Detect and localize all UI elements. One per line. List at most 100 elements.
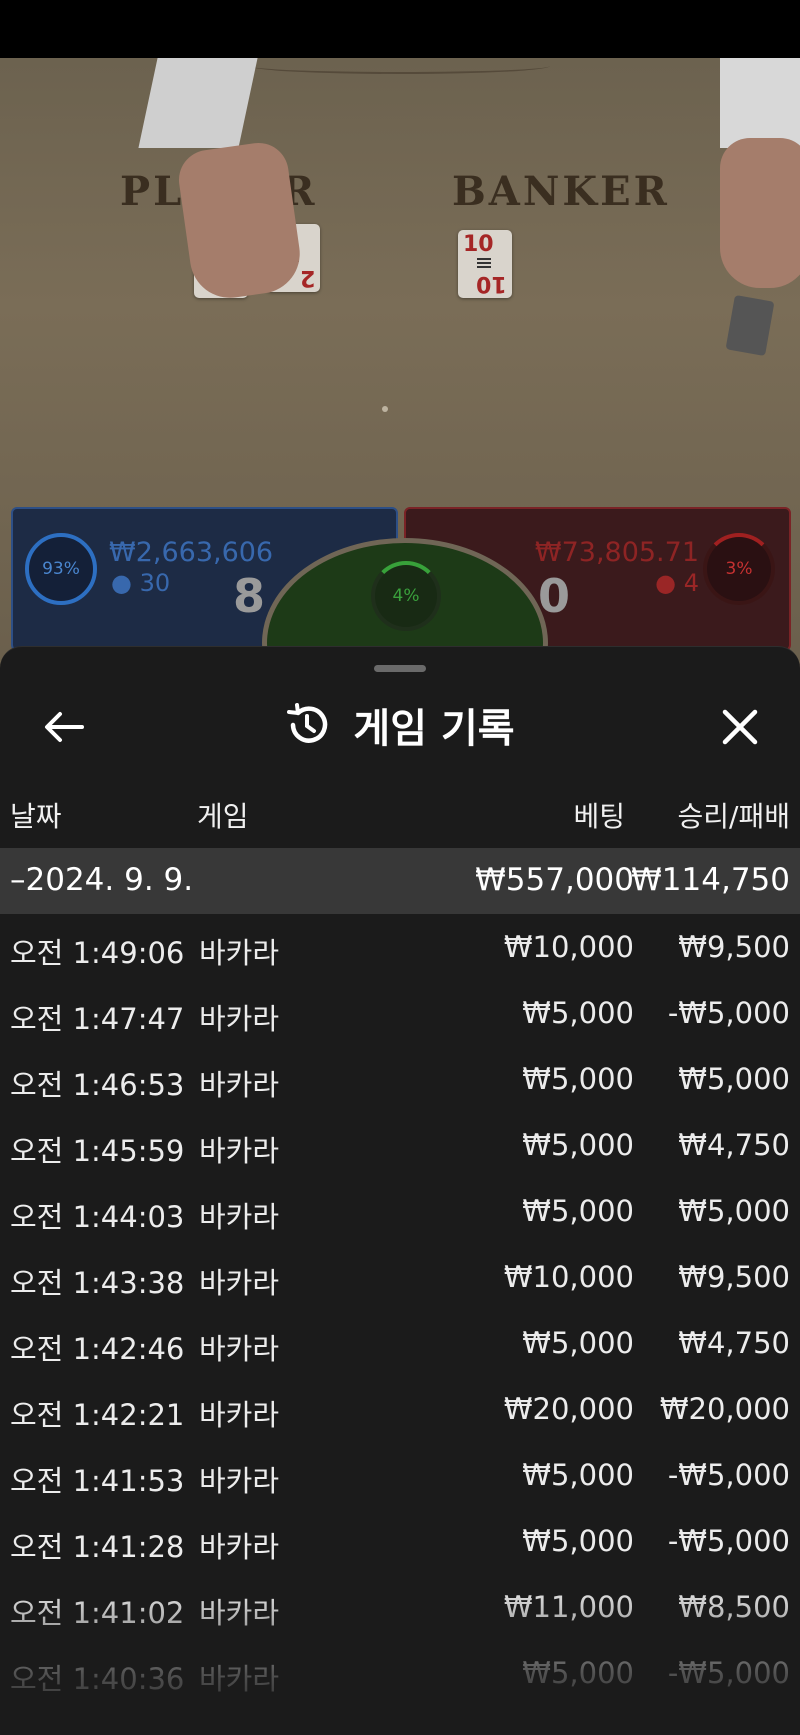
row-time: 오전 1:41:28 (10, 1530, 185, 1564)
sheet-header: 게임 기록 (0, 693, 800, 757)
row-bet: ₩5,000 (522, 1458, 634, 1492)
table-edge (250, 58, 550, 74)
row-bet: ₩11,000 (503, 1590, 634, 1624)
row-time: 오전 1:47:47 (10, 1002, 185, 1036)
row-bet: ₩5,000 (522, 1128, 634, 1162)
row-bet: ₩5,000 (522, 1656, 634, 1690)
row-bet: ₩5,000 (522, 1524, 634, 1558)
person-icon: ● (111, 569, 132, 597)
table-row[interactable]: 오전 1:45:59 바카라 ₩5,000 ₩4,750 (0, 1112, 800, 1178)
date-group-row[interactable]: –2024. 9. 9. ₩557,000 ₩114,750 (0, 848, 800, 914)
column-header-game: 게임 (197, 800, 249, 833)
row-bet: ₩5,000 (522, 1062, 634, 1096)
row-bet: ₩20,000 (503, 1392, 634, 1426)
table-marker (382, 406, 388, 412)
row-win-loss: -₩5,000 (667, 1656, 790, 1690)
row-game: 바카라 (199, 1266, 280, 1300)
table-row[interactable]: 오전 1:41:28 바카라 ₩5,000 -₩5,000 (0, 1508, 800, 1574)
close-icon (722, 709, 758, 745)
row-time: 오전 1:44:03 (10, 1200, 185, 1234)
card-rank: 2 (299, 265, 315, 290)
table-row[interactable]: 오전 1:49:06 바카라 ₩10,000 ₩9,500 (0, 914, 800, 980)
row-game: 바카라 (199, 1530, 280, 1564)
row-game: 바카라 (199, 1068, 280, 1102)
table-row[interactable]: 오전 1:42:46 바카라 ₩5,000 ₩4,750 (0, 1310, 800, 1376)
table-row[interactable]: 오전 1:44:03 바카라 ₩5,000 ₩5,000 (0, 1178, 800, 1244)
banker-card-1: 10 10 (458, 230, 512, 298)
row-bet: ₩5,000 (522, 1194, 634, 1228)
row-time: 오전 1:40:36 (10, 1662, 185, 1696)
row-win-loss: ₩4,750 (678, 1128, 790, 1162)
row-game: 바카라 (199, 1596, 280, 1630)
row-win-loss: ₩4,750 (678, 1326, 790, 1360)
row-game: 바카라 (199, 1002, 280, 1036)
row-time: 오전 1:43:38 (10, 1266, 185, 1300)
row-win-loss: -₩5,000 (667, 996, 790, 1030)
player-count-value: 30 (139, 569, 171, 597)
sheet-drag-handle[interactable] (374, 665, 426, 672)
player-percent: 93% (42, 559, 80, 579)
row-time: 오전 1:42:21 (10, 1398, 185, 1432)
dealer-sleeve-right (720, 58, 800, 148)
row-win-loss: -₩5,000 (667, 1524, 790, 1558)
column-header-date: 날짜 (10, 800, 62, 833)
row-time: 오전 1:42:46 (10, 1332, 185, 1366)
date-group-date: –2024. 9. 9. (10, 862, 194, 898)
player-count: ● 30 (111, 569, 170, 597)
row-game: 바카라 (199, 1464, 280, 1498)
row-game: 바카라 (199, 936, 280, 970)
row-game: 바카라 (199, 1200, 280, 1234)
row-time: 오전 1:41:53 (10, 1464, 185, 1498)
banker-bet-amount: ₩73,805.71 (534, 537, 699, 568)
tie-percent: 4% (392, 586, 420, 606)
row-win-loss: ₩9,500 (678, 930, 790, 964)
banker-count: ● 4 (655, 569, 699, 597)
column-header-bet: 베팅 (573, 800, 625, 833)
player-score: 8 (233, 569, 266, 623)
row-game: 바카라 (199, 1134, 280, 1168)
card-pattern (477, 258, 491, 270)
row-bet: ₩5,000 (522, 996, 634, 1030)
banker-count-value: 4 (683, 569, 699, 597)
row-bet: ₩10,000 (503, 930, 634, 964)
table-row[interactable]: 오전 1:43:38 바카라 ₩10,000 ₩9,500 (0, 1244, 800, 1310)
row-time: 오전 1:46:53 (10, 1068, 185, 1102)
row-win-loss: ₩8,500 (678, 1590, 790, 1624)
row-bet: ₩10,000 (503, 1260, 634, 1294)
card-rank: 10 (463, 232, 494, 257)
date-group-bet-total: ₩557,000 (475, 862, 634, 898)
person-icon: ● (655, 569, 677, 597)
status-bar (0, 0, 800, 58)
history-clock-icon (287, 703, 328, 743)
row-game: 바카라 (199, 1398, 280, 1432)
history-list: 오전 1:49:06 바카라 ₩10,000 ₩9,500 오전 1:47:47 바카라 ₩… (0, 914, 800, 1706)
close-button[interactable] (708, 695, 772, 759)
dealer-hand-right (720, 138, 800, 288)
page-title: 게임 기록 (353, 706, 515, 752)
player-bet-amount: ₩2,663,606 (109, 537, 274, 568)
game-history-sheet: 게임 기록 날짜 게임 베팅 승리/패배 –2024. 9. 9. ₩557,0… (0, 646, 800, 1735)
row-game: 바카라 (199, 1662, 280, 1696)
row-game: 바카라 (199, 1332, 280, 1366)
table-row[interactable]: 오전 1:41:02 바카라 ₩11,000 ₩8,500 (0, 1574, 800, 1640)
table-row[interactable]: 오전 1:40:36 바카라 ₩5,000 -₩5,000 (0, 1640, 800, 1706)
banker-zone-label: BANKER (452, 168, 670, 215)
tie-percent-ring: 4% (371, 561, 441, 631)
table-row[interactable]: 오전 1:42:21 바카라 ₩20,000 ₩20,000 (0, 1376, 800, 1442)
table-row[interactable]: 오전 1:46:53 바카라 ₩5,000 ₩5,000 (0, 1046, 800, 1112)
row-time: 오전 1:45:59 (10, 1134, 185, 1168)
row-win-loss: ₩20,000 (659, 1392, 790, 1426)
banker-percent: 3% (725, 559, 753, 579)
table-row[interactable]: 오전 1:41:53 바카라 ₩5,000 -₩5,000 (0, 1442, 800, 1508)
player-percent-ring: 93% (25, 533, 97, 605)
row-time: 오전 1:49:06 (10, 936, 185, 970)
dealer-sleeve-left (138, 58, 258, 148)
date-group-win-total: ₩114,750 (631, 862, 790, 898)
row-time: 오전 1:41:02 (10, 1596, 185, 1630)
row-win-loss: ₩5,000 (678, 1194, 790, 1228)
table-row[interactable]: 오전 1:47:47 바카라 ₩5,000 -₩5,000 (0, 980, 800, 1046)
card-shoe (725, 294, 775, 357)
row-win-loss: ₩5,000 (678, 1062, 790, 1096)
row-bet: ₩5,000 (522, 1326, 634, 1360)
column-header-win-loss: 승리/패배 (677, 800, 790, 833)
